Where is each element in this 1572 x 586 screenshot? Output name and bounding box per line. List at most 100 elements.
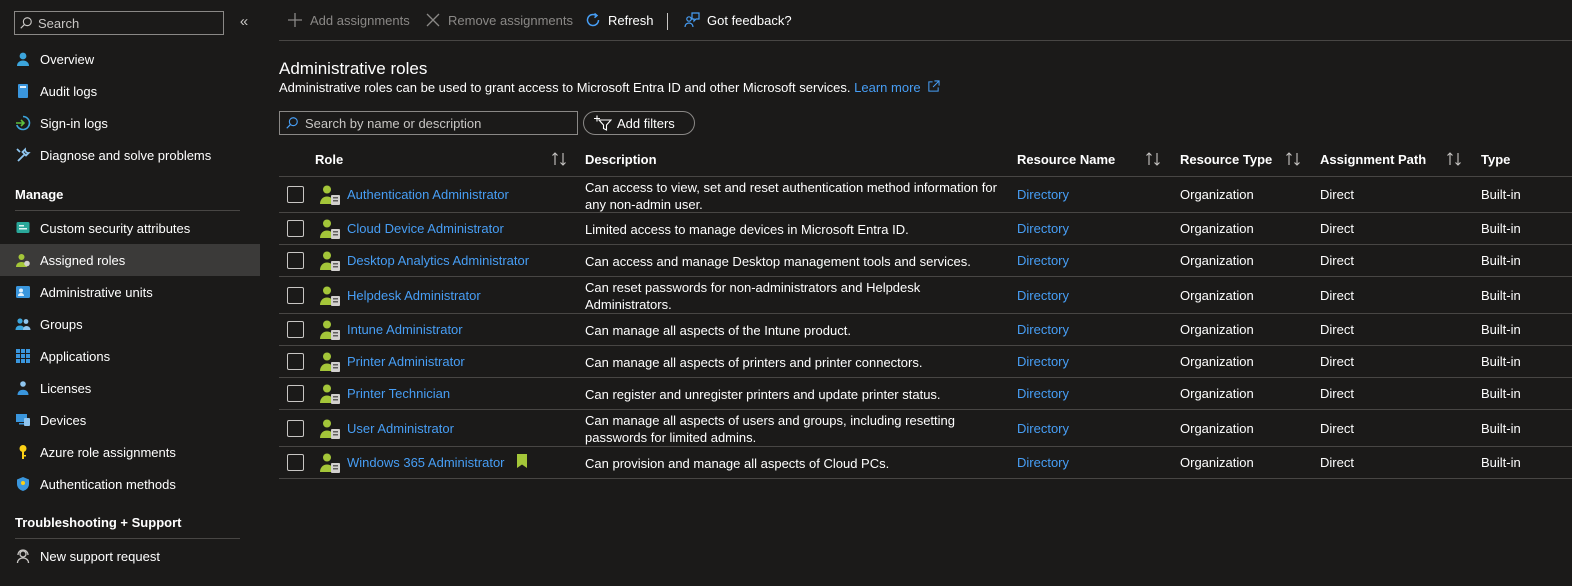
sidebar-search[interactable]	[14, 11, 224, 35]
column-header-assignment-path[interactable]: Assignment Path	[1320, 152, 1426, 167]
person-info-icon	[15, 51, 31, 67]
collapse-sidebar-button[interactable]: «	[236, 12, 252, 32]
row-checkbox[interactable]	[287, 286, 304, 304]
feedback-label: Got feedback?	[707, 12, 792, 28]
resource-type: Organization	[1180, 322, 1254, 337]
resource-type: Organization	[1180, 287, 1254, 303]
role-name-link[interactable]: Helpdesk Administrator	[347, 288, 481, 303]
role-name-link[interactable]: Intune Administrator	[347, 322, 463, 337]
add-filter-icon	[594, 115, 612, 131]
resource-name-link[interactable]: Directory	[1017, 455, 1069, 470]
sort-icon[interactable]	[1285, 151, 1301, 167]
table-row: Desktop Analytics Administrator Can acces…	[279, 245, 1572, 277]
assignment-path: Direct	[1320, 287, 1354, 303]
role-name-link[interactable]: Printer Administrator	[347, 354, 465, 369]
resource-name-link[interactable]: Directory	[1017, 322, 1069, 337]
nav-item-authentication-methods[interactable]: Authentication methods	[0, 468, 260, 500]
nav-label: Audit logs	[40, 83, 98, 99]
remove-assignments-button[interactable]: Remove assignments	[425, 12, 573, 28]
sort-icon[interactable]	[551, 151, 567, 167]
bookmark-icon	[517, 454, 527, 468]
resource-name-link[interactable]: Directory	[1017, 221, 1069, 236]
resource-type: Organization	[1180, 187, 1254, 202]
resource-name-link[interactable]: Directory	[1017, 421, 1069, 436]
sidebar-search-input[interactable]	[38, 15, 218, 31]
learn-more-link[interactable]: Learn more	[854, 80, 940, 95]
role-name-link[interactable]: Cloud Device Administrator	[347, 221, 504, 236]
row-checkbox[interactable]	[287, 252, 304, 269]
column-header-role[interactable]: Role	[315, 152, 343, 167]
resource-type: Organization	[1180, 386, 1254, 401]
feedback-button[interactable]: Got feedback?	[684, 12, 792, 28]
key-icon	[15, 444, 31, 460]
row-checkbox[interactable]	[287, 454, 304, 471]
nav-label: Applications	[40, 348, 111, 364]
table-row: Intune Administrator Can manage all aspec…	[279, 314, 1572, 346]
nav-item-custom-security-attributes[interactable]: Custom security attributes	[0, 212, 260, 244]
licenses-icon	[15, 380, 31, 396]
row-checkbox[interactable]	[287, 220, 304, 237]
role-search[interactable]	[279, 111, 578, 135]
resource-name-link[interactable]: Directory	[1017, 386, 1069, 401]
nav-item-diagnose[interactable]: Diagnose and solve problems	[0, 139, 260, 171]
resource-name-link[interactable]: Directory	[1017, 253, 1069, 268]
table-row: Printer Administrator Can manage all aspe…	[279, 346, 1572, 378]
row-checkbox[interactable]	[287, 186, 304, 203]
role-search-input[interactable]	[305, 115, 575, 131]
assignment-path: Direct	[1320, 187, 1354, 202]
nav-label: Diagnose and solve problems	[40, 147, 212, 163]
nav-label: Azure role assignments	[40, 444, 176, 460]
column-header-resource-name[interactable]: Resource Name	[1017, 152, 1115, 167]
role-icon	[319, 218, 341, 240]
nav-item-devices[interactable]: Devices	[0, 404, 260, 436]
nav-item-administrative-units[interactable]: Administrative units	[0, 276, 260, 308]
nav-item-sign-in-logs[interactable]: Sign-in logs	[0, 107, 260, 139]
nav-item-groups[interactable]: Groups	[0, 308, 260, 340]
nav-item-licenses[interactable]: Licenses	[0, 372, 260, 404]
row-checkbox[interactable]	[287, 385, 304, 402]
add-filters-button[interactable]: Add filters	[583, 111, 695, 135]
row-checkbox[interactable]	[287, 353, 304, 370]
sort-icon[interactable]	[1145, 151, 1161, 167]
add-assignments-button[interactable]: Add assignments	[287, 12, 410, 28]
role-icon	[319, 383, 341, 405]
nav-item-assigned-roles[interactable]: Assigned roles	[0, 244, 260, 276]
nav-item-overview[interactable]: Overview	[0, 43, 260, 75]
command-bar: Add assignments Remove assignments Refre…	[279, 0, 1572, 41]
plus-icon	[288, 13, 302, 27]
nav-label: New support request	[40, 548, 160, 564]
nav-item-applications[interactable]: Applications	[0, 340, 260, 372]
add-assignments-label: Add assignments	[310, 12, 410, 28]
role-name-link[interactable]: Authentication Administrator	[347, 187, 509, 202]
role-name-link[interactable]: Windows 365 Administrator	[347, 455, 505, 470]
role-icon	[319, 184, 341, 206]
assignment-path: Direct	[1320, 354, 1354, 369]
role-name-link[interactable]: Printer Technician	[347, 386, 450, 401]
row-checkbox[interactable]	[287, 321, 304, 338]
role-icon	[319, 250, 341, 272]
row-checkbox[interactable]	[287, 419, 304, 437]
role-type: Built-in	[1481, 253, 1521, 268]
role-description: Can register and unregister printers and…	[585, 387, 941, 402]
nav-item-azure-role-assignments[interactable]: Azure role assignments	[0, 436, 260, 468]
role-name-link[interactable]: Desktop Analytics Administrator	[347, 253, 529, 268]
nav-item-new-support-request[interactable]: New support request	[0, 540, 260, 572]
resource-name-link[interactable]: Directory	[1017, 187, 1069, 202]
role-type: Built-in	[1481, 455, 1521, 470]
page-description: Administrative roles can be used to gran…	[279, 80, 940, 95]
sign-in-icon	[15, 115, 31, 131]
refresh-button[interactable]: Refresh	[585, 12, 654, 28]
column-header-description: Description	[585, 152, 657, 167]
role-icon	[319, 285, 341, 307]
close-icon	[426, 13, 440, 27]
role-name-link[interactable]: User Administrator	[347, 421, 454, 436]
sort-icon[interactable]	[1446, 151, 1462, 167]
resource-name-link[interactable]: Directory	[1017, 288, 1069, 303]
refresh-icon	[586, 12, 600, 27]
resource-name-link[interactable]: Directory	[1017, 354, 1069, 369]
table-row: Helpdesk Administrator Can reset password…	[279, 277, 1572, 314]
toolbar-separator	[667, 13, 668, 30]
section-divider	[15, 210, 240, 211]
column-header-resource-type[interactable]: Resource Type	[1180, 152, 1272, 167]
nav-item-audit-logs[interactable]: Audit logs	[0, 75, 260, 107]
